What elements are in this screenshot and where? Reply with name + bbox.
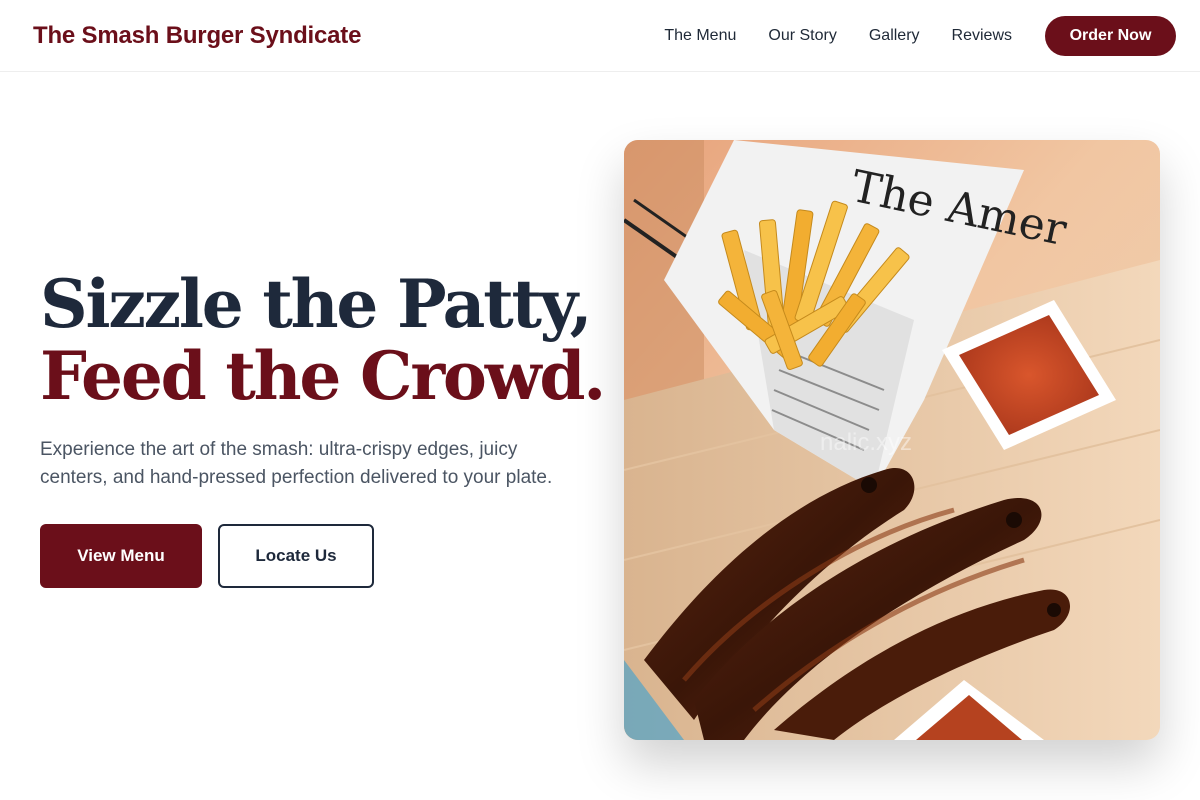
nav-link-menu[interactable]: The Menu [664, 27, 736, 45]
image-watermark: nalic.xyz [820, 429, 913, 456]
nav-link-gallery[interactable]: Gallery [869, 27, 920, 45]
hero-subtitle: Experience the art of the smash: ultra-c… [40, 439, 553, 488]
view-menu-button[interactable]: View Menu [40, 524, 202, 588]
hero-copy: Sizzle the Patty, Feed the Crowd. Experi… [40, 265, 606, 588]
locate-us-button[interactable]: Locate Us [218, 524, 374, 588]
brand-logo-text[interactable]: The Smash Burger Syndicate [33, 22, 361, 50]
nav-link-our-story[interactable]: Our Story [768, 27, 836, 45]
hero-food-image: The Amer nalic.xyz [624, 140, 1160, 740]
cta-row: View Menu Locate Us [40, 524, 600, 588]
hero-headline: Sizzle the Patty, Feed the Crowd. [40, 265, 606, 415]
nav-link-reviews[interactable]: Reviews [952, 27, 1012, 45]
site-header: The Smash Burger Syndicate The Menu Our … [0, 0, 1200, 72]
main-nav: The Menu Our Story Gallery Reviews Order… [664, 15, 1176, 56]
headline-line-1: Sizzle the Patty, [40, 265, 593, 343]
headline-line-2: Feed the Crowd. [40, 337, 606, 415]
order-now-button[interactable]: Order Now [1045, 15, 1176, 56]
